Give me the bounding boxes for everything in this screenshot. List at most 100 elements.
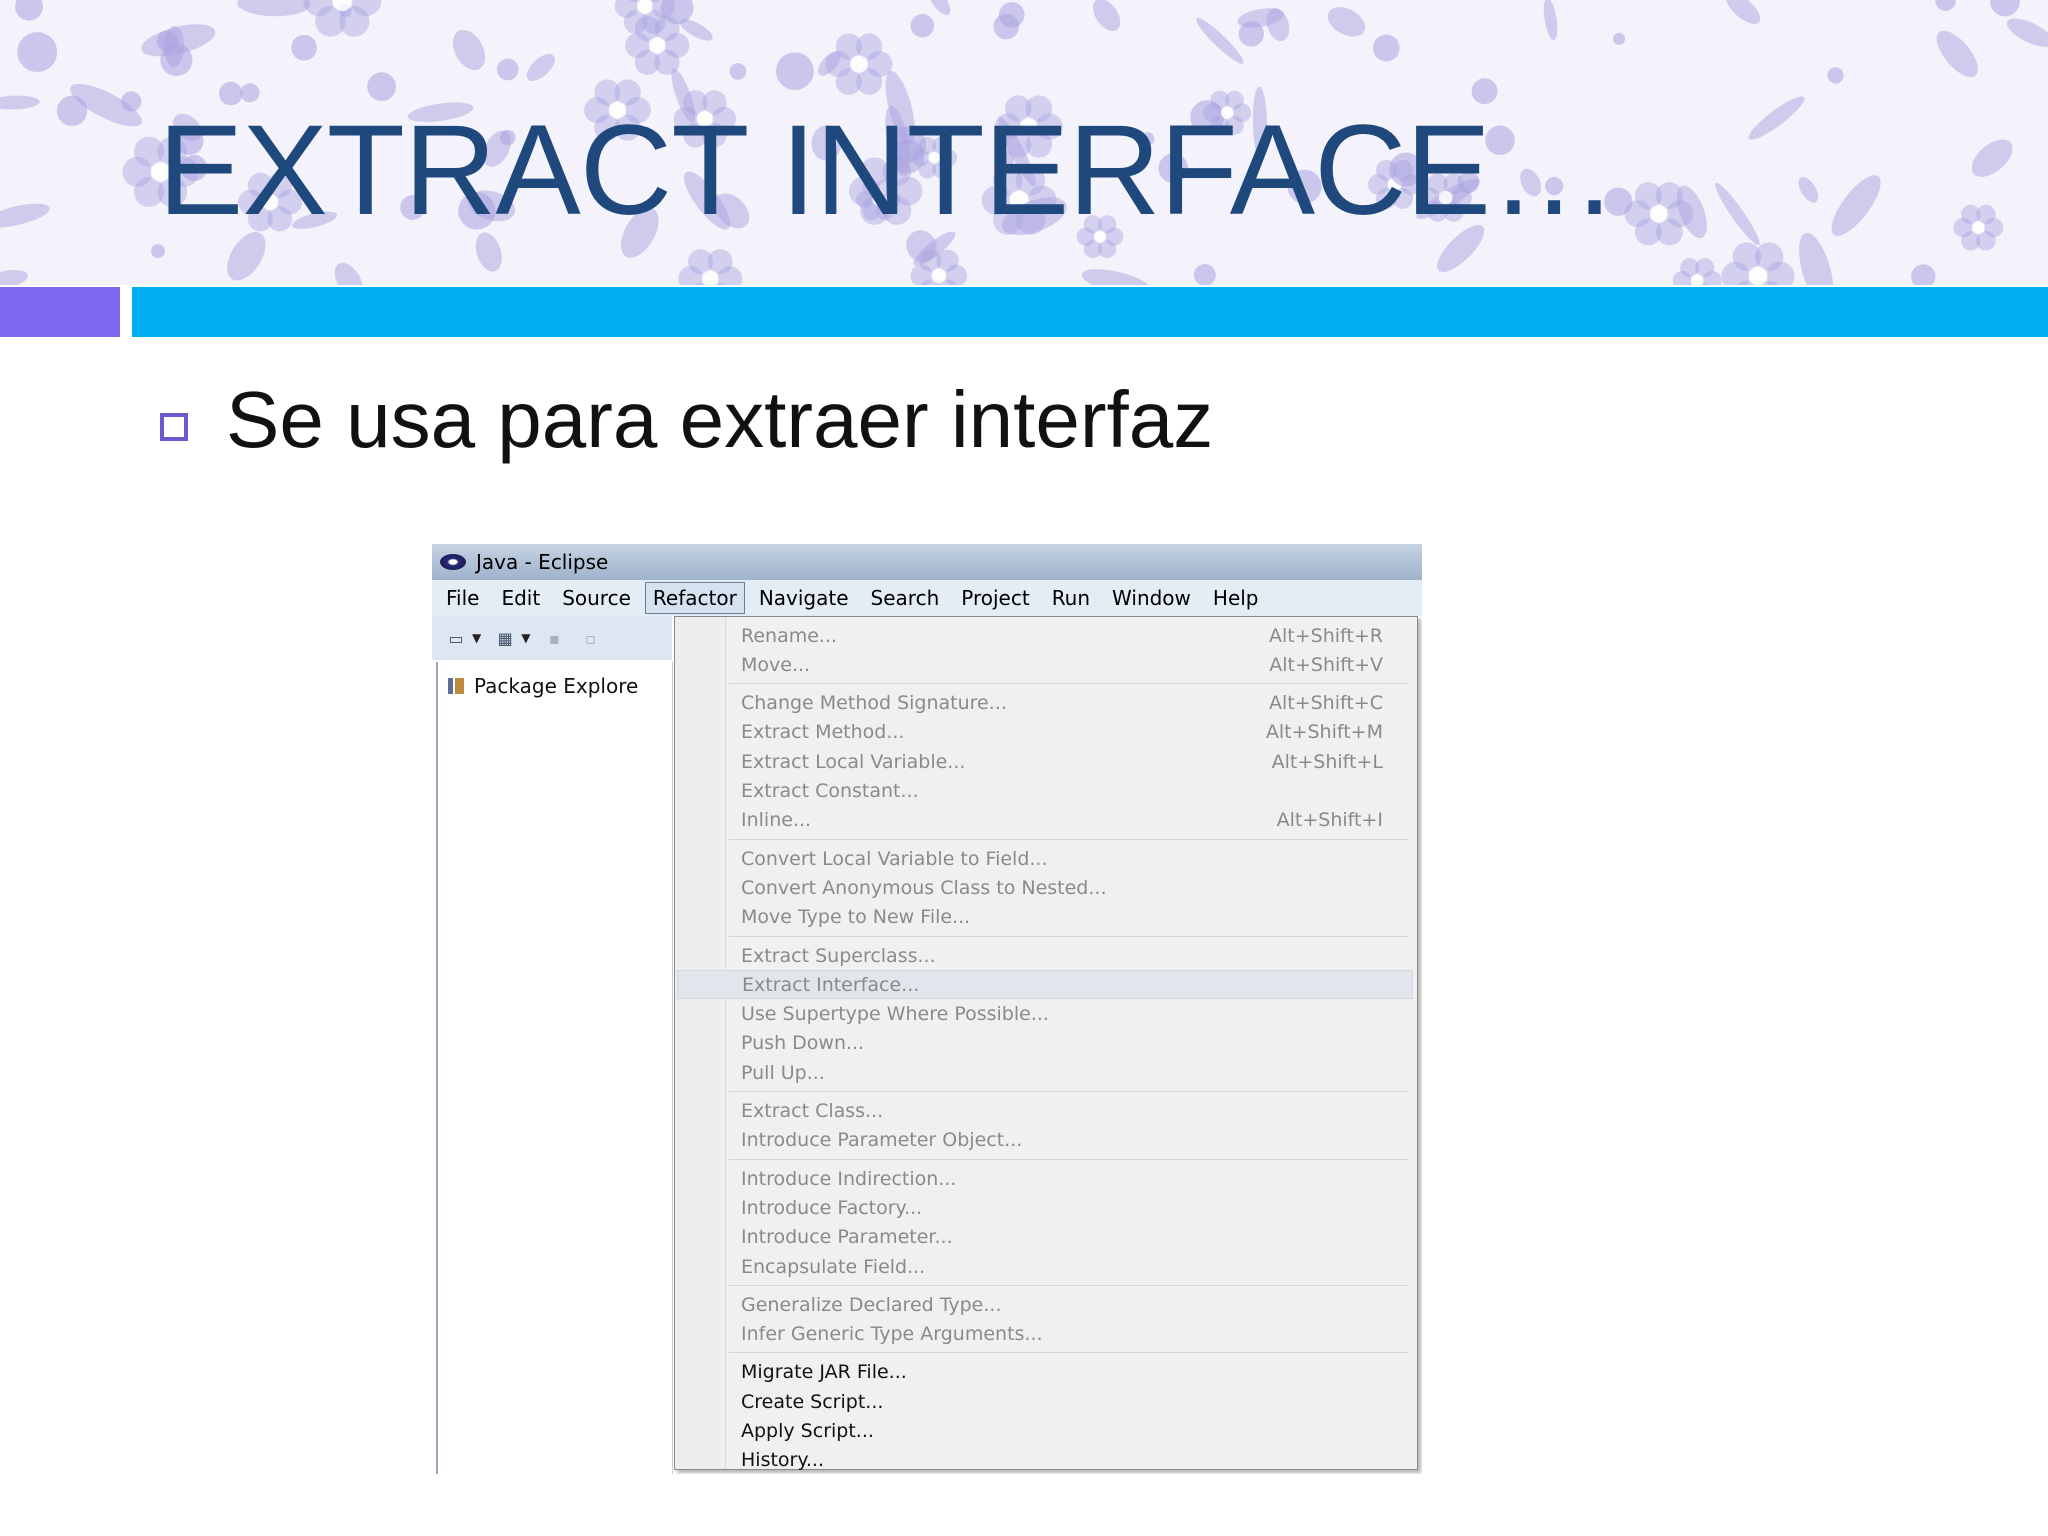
pattern-flower <box>303 0 382 37</box>
pattern-dot <box>17 32 58 73</box>
menu-separator <box>729 1091 1409 1092</box>
print-icon[interactable]: ▫ <box>578 628 602 648</box>
menu-help[interactable]: Help <box>1205 582 1267 614</box>
menu-item-extract-interface[interactable]: Extract Interface... <box>677 970 1413 1000</box>
menu-navigate[interactable]: Navigate <box>751 582 857 614</box>
eclipse-logo-icon <box>440 554 466 570</box>
pattern-leaf <box>1799 232 1834 285</box>
menu-separator <box>729 1352 1409 1354</box>
menu-item-label: Convert Anonymous Class to Nested... <box>741 876 1107 899</box>
pattern-dot <box>15 0 43 21</box>
menu-item-migrate-jar-file[interactable]: Migrate JAR File... <box>677 1358 1413 1387</box>
menu-window[interactable]: Window <box>1104 582 1199 614</box>
pattern-leaf <box>1798 176 1819 203</box>
menu-item-introduce-parameter-object[interactable]: Introduce Parameter Object... <box>677 1126 1413 1155</box>
menu-item-encapsulate-field[interactable]: Encapsulate Field... <box>677 1252 1413 1281</box>
menu-item-introduce-parameter[interactable]: Introduce Parameter... <box>677 1223 1413 1252</box>
save-icon[interactable]: ▪ <box>542 628 566 648</box>
menu-project[interactable]: Project <box>953 582 1037 614</box>
menu-item-shortcut: Alt+Shift+I <box>1276 809 1383 832</box>
pattern-leaf <box>0 269 28 285</box>
pattern-dot <box>291 34 317 61</box>
menu-item-change-method-signature[interactable]: Change Method Signature... Alt+Shift+C <box>677 689 1413 718</box>
menu-item-label: Apply Script... <box>741 1420 874 1442</box>
pattern-dot <box>1238 21 1264 47</box>
pattern-leaf <box>0 95 40 110</box>
pattern-dot <box>729 63 747 80</box>
pattern-leaf <box>1081 269 1152 285</box>
pattern-dot <box>1990 0 2020 17</box>
pattern-dot <box>1193 264 1216 285</box>
menu-item-label: Rename... <box>741 624 838 647</box>
eclipse-window-screenshot: Java - Eclipse File Edit Source Refactor Nav… <box>432 544 1422 1474</box>
menu-item-infer-generic-type-arguments[interactable]: Infer Generic Type Arguments... <box>677 1320 1413 1349</box>
menu-item-label: Create Script... <box>741 1390 884 1413</box>
menu-item-label: Move... <box>741 653 811 676</box>
square-bullet-icon <box>160 413 188 441</box>
menu-item-move-type-to-new-file[interactable]: Move Type to New File... <box>677 903 1413 932</box>
menu-item-shortcut: Alt+Shift+R <box>1269 624 1383 647</box>
menu-item-shortcut: Alt+Shift+C <box>1268 692 1383 715</box>
menu-item-convert-local-variable-to-field[interactable]: Convert Local Variable to Field... <box>677 844 1413 873</box>
menu-item-introduce-factory[interactable]: Introduce Factory... <box>677 1193 1413 1222</box>
menu-item-inline[interactable]: Inline... Alt+Shift+I <box>677 806 1413 835</box>
pattern-leaf <box>2006 18 2048 47</box>
pattern-dot <box>156 30 178 52</box>
menu-source[interactable]: Source <box>554 582 639 614</box>
menu-separator <box>729 1284 1409 1286</box>
menu-item-pull-up[interactable]: Pull Up... <box>677 1058 1413 1087</box>
menu-item-label: Extract Interface... <box>742 973 920 996</box>
bullet-item: Se usa para extraer interfaz <box>160 370 1213 470</box>
menu-item-apply-script[interactable]: Apply Script... <box>677 1417 1413 1446</box>
new-wizard-icon[interactable]: ▭ <box>444 628 468 648</box>
menu-run[interactable]: Run <box>1044 582 1098 614</box>
menu-item-rename[interactable]: Rename... Alt+Shift+R <box>677 621 1413 650</box>
pattern-flower <box>1672 258 1722 285</box>
pattern-leaf <box>0 203 50 228</box>
menu-item-push-down[interactable]: Push Down... <box>677 1029 1413 1058</box>
package-explorer-panel: Package Explore <box>436 662 673 1474</box>
pattern-dot <box>1613 32 1626 45</box>
menu-file[interactable]: File <box>438 582 487 614</box>
pattern-flower <box>1953 204 2004 251</box>
menu-search[interactable]: Search <box>863 582 948 614</box>
menu-item-create-script[interactable]: Create Script... <box>677 1387 1413 1416</box>
menu-edit[interactable]: Edit <box>493 582 548 614</box>
pattern-dot <box>56 95 88 127</box>
menu-item-label: Move Type to New File... <box>741 906 971 929</box>
menu-item-use-supertype-where-possible[interactable]: Use Supertype Where Possible... <box>677 1000 1413 1029</box>
menu-item-extract-constant[interactable]: Extract Constant... <box>677 777 1413 806</box>
menu-separator <box>729 935 1409 937</box>
menu-item-label: Change Method Signature... <box>741 692 1007 715</box>
pattern-leaf <box>1971 139 2013 177</box>
pattern-dot <box>1372 34 1400 62</box>
menu-item-convert-anonymous-class-to-nested[interactable]: Convert Anonymous Class to Nested... <box>677 873 1413 902</box>
menu-item-label: Use Supertype Where Possible... <box>741 1003 1049 1026</box>
menu-item-extract-class[interactable]: Extract Class... <box>677 1097 1413 1126</box>
menu-refactor[interactable]: Refactor <box>644 582 745 614</box>
pattern-leaf <box>1715 182 1760 246</box>
menu-item-history[interactable]: History... <box>677 1446 1413 1474</box>
pattern-leaf <box>1093 0 1121 32</box>
pattern-dot <box>151 244 165 259</box>
pattern-flower <box>1721 242 1795 285</box>
menu-item-label: Convert Local Variable to Field... <box>741 847 1048 870</box>
menu-item-extract-method[interactable]: Extract Method... Alt+Shift+M <box>677 718 1413 747</box>
package-explorer-tab[interactable]: Package Explore <box>438 668 672 704</box>
menu-item-extract-local-variable[interactable]: Extract Local Variable... Alt+Shift+L <box>677 747 1413 776</box>
menu-item-move[interactable]: Move... Alt+Shift+V <box>677 650 1413 679</box>
menu-item-label: Introduce Parameter... <box>741 1226 953 1249</box>
dropdown-arrow-icon[interactable]: ▼ <box>472 631 481 645</box>
menu-item-label: Infer Generic Type Arguments... <box>741 1323 1043 1346</box>
pattern-dot <box>496 58 519 81</box>
toolbar: ▭ ▼ ▦ ▼ ▪ ▫ <box>432 616 672 660</box>
menu-item-extract-superclass[interactable]: Extract Superclass... <box>677 941 1413 970</box>
menu-item-generalize-declared-type[interactable]: Generalize Declared Type... <box>677 1290 1413 1319</box>
menu-item-introduce-indirection[interactable]: Introduce Indirection... <box>677 1164 1413 1193</box>
menu-item-label: Introduce Factory... <box>741 1196 923 1219</box>
dropdown-arrow-icon[interactable]: ▼ <box>521 631 530 645</box>
pattern-dot <box>775 52 814 91</box>
menu-item-shortcut: Alt+Shift+M <box>1265 721 1383 744</box>
pattern-dot <box>1935 0 1956 11</box>
new-package-icon[interactable]: ▦ <box>493 628 517 648</box>
